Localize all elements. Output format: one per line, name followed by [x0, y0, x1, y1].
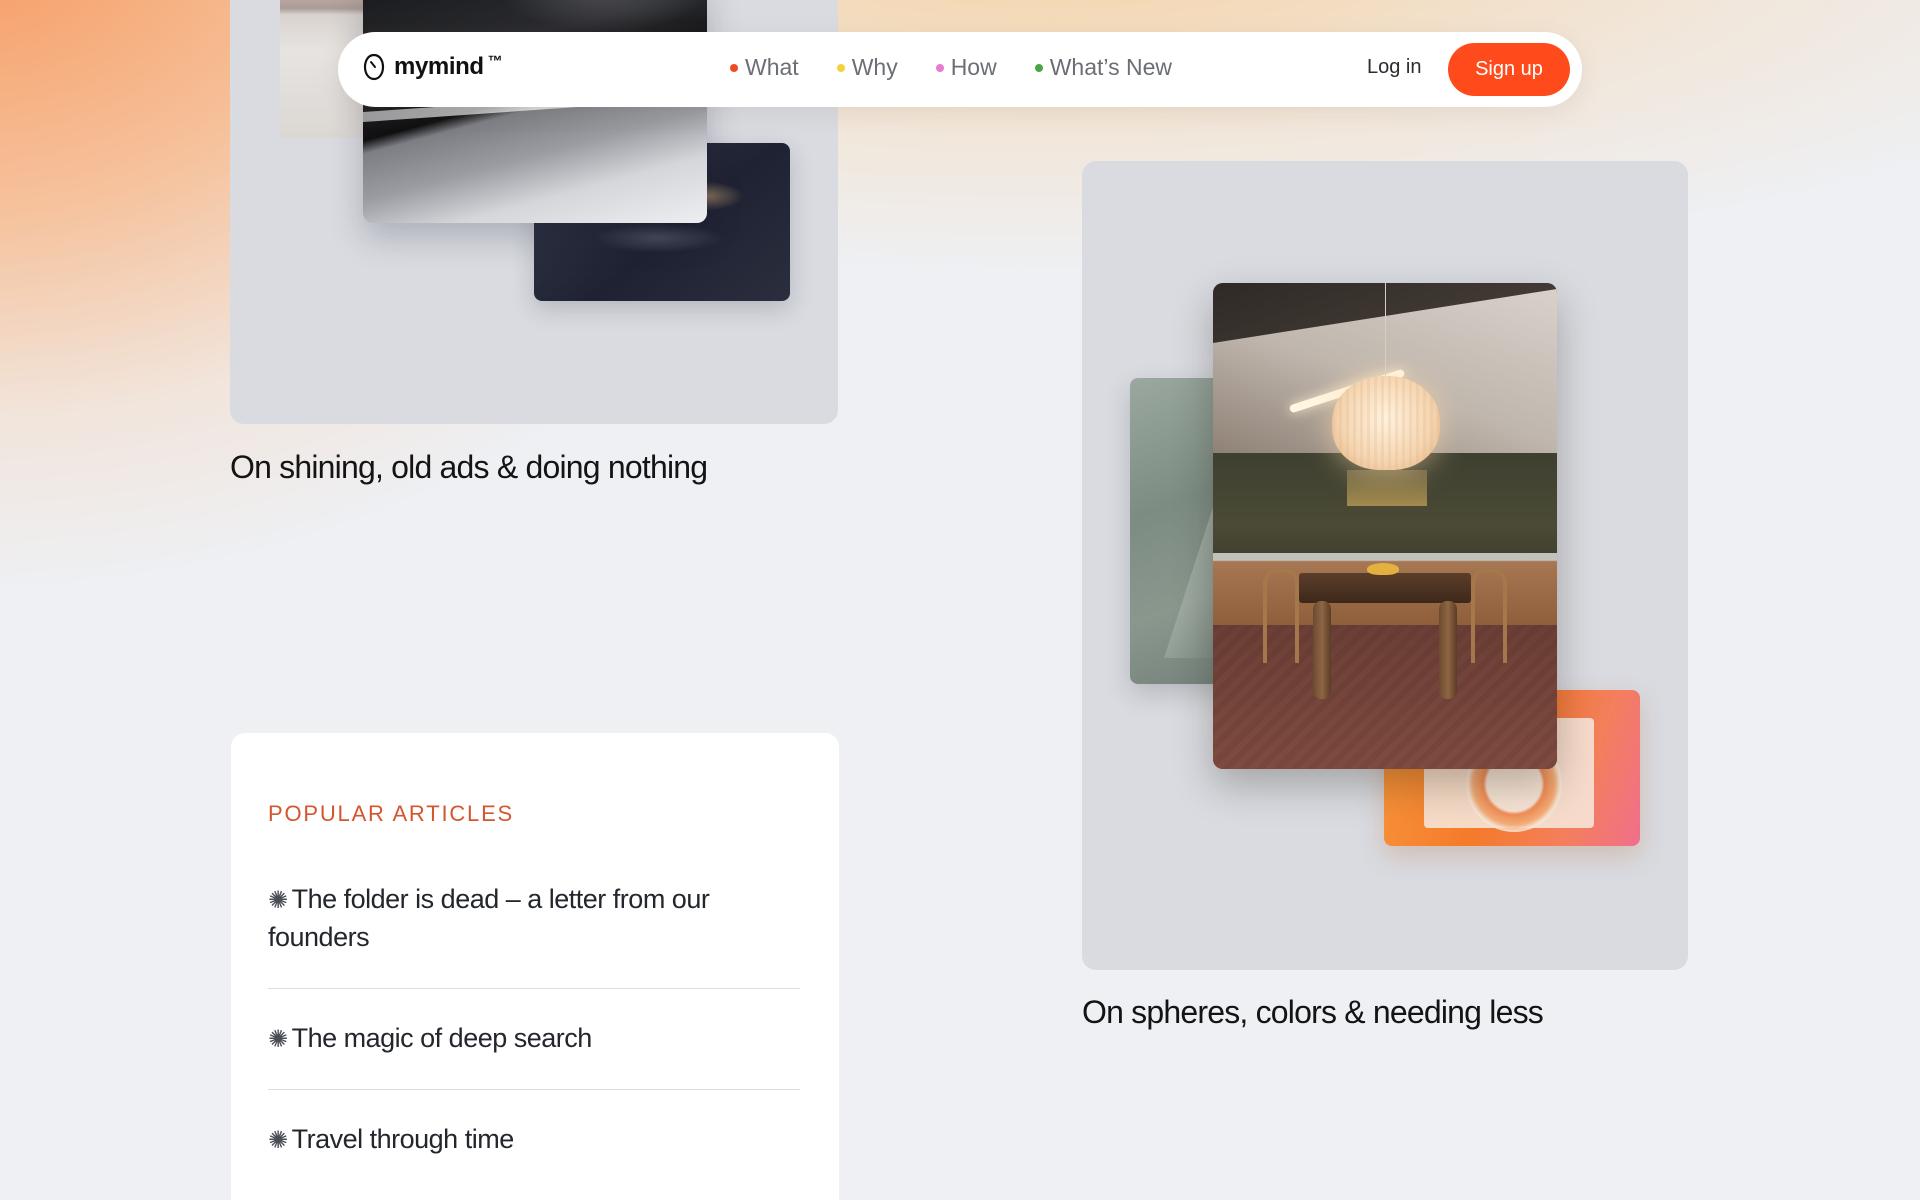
mymind-logo-icon	[363, 53, 385, 81]
dot-icon	[935, 63, 944, 72]
nav-link-whats-new[interactable]: What’s New	[1034, 54, 1172, 81]
dot-icon	[836, 63, 845, 72]
popular-articles-panel: POPULAR ARTICLES ✺ The folder is dead – a…	[231, 733, 839, 1200]
nav-links: What Why How What’s New	[730, 54, 1172, 81]
sparkle-icon: ✺	[268, 1127, 288, 1154]
top-nav: mymind ™ What Why How What’s New Log in …	[338, 32, 1582, 107]
page: On shining, old ads & doing nothing On s…	[0, 0, 1920, 1200]
sparkle-icon: ✺	[268, 887, 288, 914]
pendant-lamp	[1332, 376, 1440, 470]
article-caption-shining[interactable]: On shining, old ads & doing nothing	[230, 449, 708, 486]
popular-article-item[interactable]: ✺ The folder is dead – a letter from our …	[268, 881, 800, 956]
dot-icon	[730, 63, 738, 72]
divider	[268, 1089, 800, 1090]
popular-article-item[interactable]: ✺ Travel through time	[268, 1121, 800, 1159]
article-card-spheres[interactable]	[1082, 161, 1688, 970]
login-link[interactable]: Log in	[1367, 56, 1422, 79]
collage-photo-kitchen	[1213, 283, 1557, 769]
nav-link-what[interactable]: What	[730, 54, 799, 81]
popular-article-item[interactable]: ✺ The magic of deep search	[268, 1020, 800, 1058]
brand-logo[interactable]: mymind ™	[362, 52, 503, 82]
divider	[268, 988, 800, 989]
signup-button[interactable]: Sign up	[1448, 43, 1570, 96]
brand-name: mymind	[394, 53, 484, 80]
article-caption-spheres[interactable]: On spheres, colors & needing less	[1082, 994, 1544, 1031]
dot-icon	[1034, 63, 1043, 72]
trademark: ™	[487, 52, 503, 70]
sparkle-icon: ✺	[268, 1026, 288, 1053]
nav-link-how[interactable]: How	[935, 54, 997, 81]
popular-articles-title: POPULAR ARTICLES	[268, 801, 515, 826]
nav-link-why[interactable]: Why	[836, 54, 898, 81]
